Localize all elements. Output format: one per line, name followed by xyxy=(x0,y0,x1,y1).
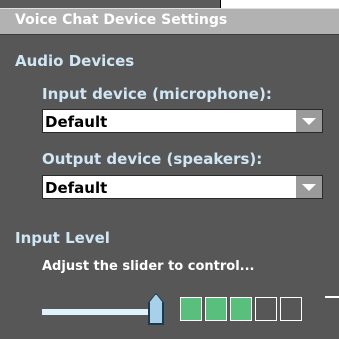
meter-cell xyxy=(280,297,302,321)
output-device-label: Output device (speakers): xyxy=(42,150,263,168)
input-level-heading: Input Level xyxy=(15,229,110,247)
input-level-hint: Adjust the slider to control... xyxy=(42,259,255,274)
input-device-value: Default xyxy=(45,113,108,131)
input-level-meter xyxy=(180,297,302,321)
chevron-down-icon xyxy=(302,118,316,125)
input-device-dropdown[interactable]: Default xyxy=(42,109,323,133)
meter-edge-line xyxy=(325,296,339,298)
meter-cell xyxy=(205,297,227,321)
audio-devices-heading: Audio Devices xyxy=(15,52,135,70)
meter-cell xyxy=(230,297,252,321)
input-device-label: Input device (microphone): xyxy=(42,85,272,103)
input-level-slider-track[interactable] xyxy=(42,309,158,315)
output-device-dropdown[interactable]: Default xyxy=(42,175,323,199)
meter-cell xyxy=(180,297,202,321)
input-device-dropdown-button[interactable] xyxy=(296,110,322,132)
output-device-value: Default xyxy=(45,179,108,197)
window-title: Voice Chat Device Settings xyxy=(15,12,228,28)
chevron-down-icon xyxy=(302,184,316,191)
output-device-dropdown-button[interactable] xyxy=(296,176,322,198)
meter-cell xyxy=(255,297,277,321)
